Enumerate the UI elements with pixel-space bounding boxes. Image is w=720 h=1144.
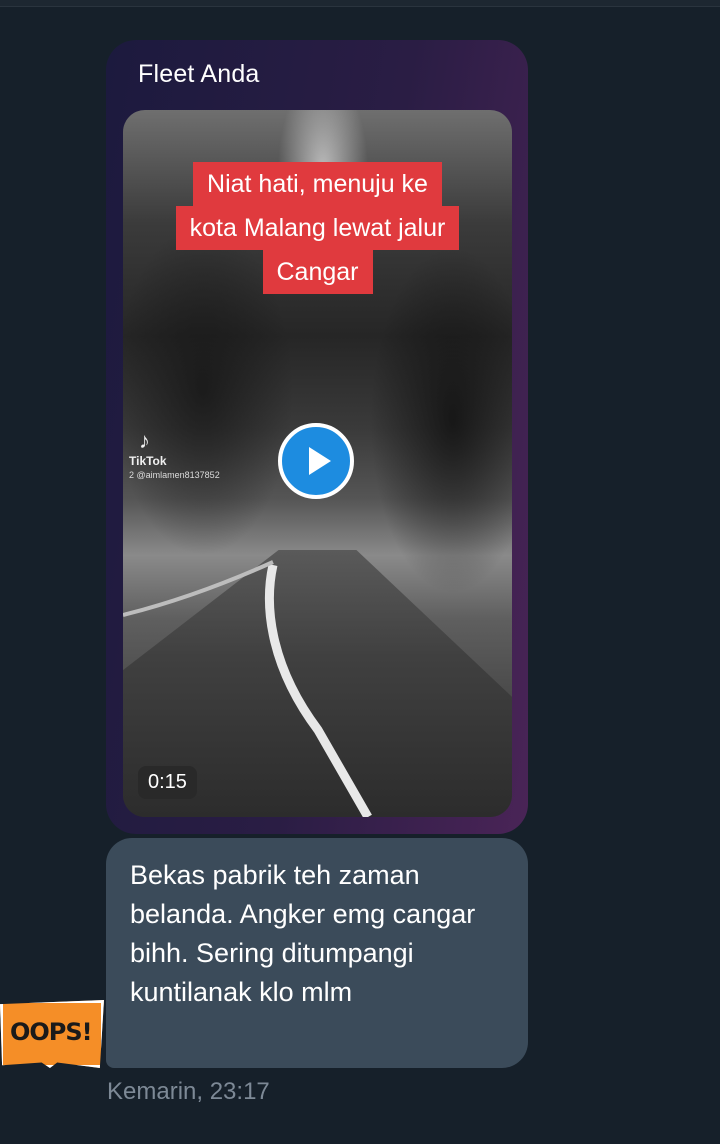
tiktok-brand: TikTok (129, 454, 167, 468)
caption-line-2: kota Malang lewat jalur (175, 206, 460, 250)
oops-sticker[interactable]: OOPS! (0, 1000, 104, 1074)
video-thumbnail[interactable]: Niat hati, menuju ke kota Malang lewat j… (123, 110, 512, 817)
video-duration: 0:15 (138, 766, 197, 799)
tiktok-note-icon: ♪ (139, 428, 150, 453)
sender-name: Fleet Anda (138, 60, 260, 88)
text-message-bubble[interactable]: Bekas pabrik teh zaman belanda. Angker e… (106, 838, 528, 1068)
caption-line-3: Cangar (262, 250, 373, 294)
message-timestamp: Kemarin, 23:17 (107, 1078, 270, 1105)
tiktok-username: 2 @aimlamen8137852 (129, 470, 220, 480)
play-button[interactable] (278, 423, 354, 499)
tiktok-watermark: ♪ TikTok 2 @aimlamen8137852 (129, 428, 220, 481)
top-divider (0, 0, 720, 7)
caption-line-1: Niat hati, menuju ke (193, 162, 442, 206)
play-icon (309, 447, 331, 475)
video-caption: Niat hati, menuju ke kota Malang lewat j… (123, 162, 512, 294)
oops-sticker-text: OOPS! (10, 1018, 93, 1046)
message-text: Bekas pabrik teh zaman belanda. Angker e… (130, 860, 476, 1007)
fleet-message-card[interactable]: Fleet Anda Niat hati, menuju ke kota Mal… (106, 40, 528, 834)
